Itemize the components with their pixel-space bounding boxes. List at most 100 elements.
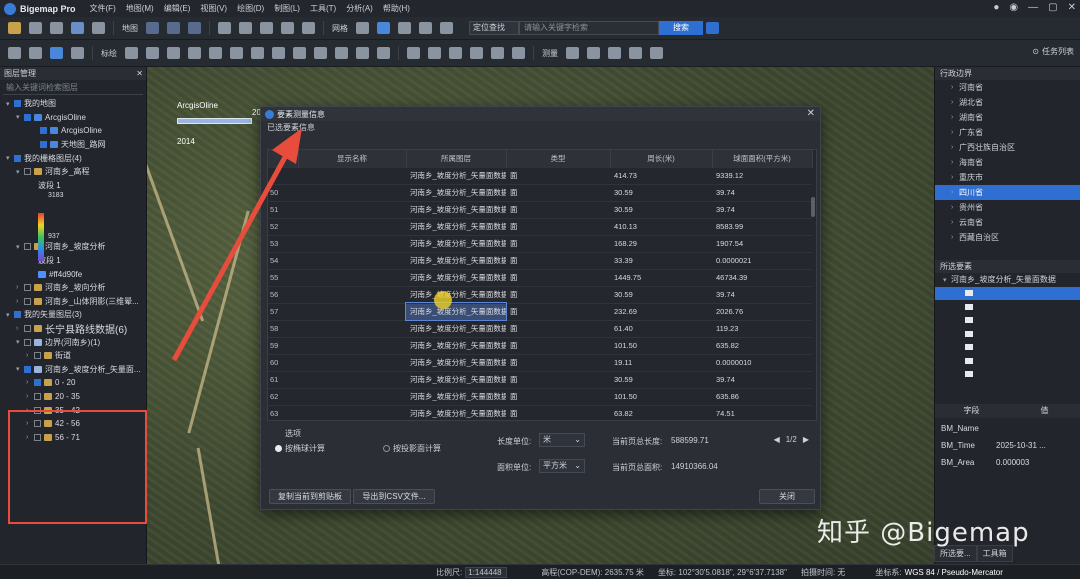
region-item[interactable]: › 湖南省	[935, 110, 1080, 125]
scale-input[interactable]: 1:144448	[465, 566, 508, 578]
col-header[interactable]: 类型	[506, 150, 611, 167]
table-row[interactable]: 60 河南乡_坡度分析_矢量面数据面 19.11 0.0000010	[268, 353, 812, 371]
col-header[interactable]	[268, 150, 299, 167]
task-list-button[interactable]: ⊙ 任务列表	[1032, 46, 1074, 57]
col-header[interactable]: 显示名称	[298, 150, 407, 167]
dialog-close-icon[interactable]: ✕	[807, 108, 815, 119]
notification-icon[interactable]: ●	[993, 2, 999, 13]
chevron-right-icon[interactable]: ›	[951, 234, 959, 241]
tree-raster-group[interactable]: ▾ 我的栅格图层(4)	[0, 151, 146, 165]
tree-arcgis-layer[interactable]: ArcgisOline	[0, 124, 146, 138]
copy-button[interactable]: 复制当前到剪贴板	[269, 489, 351, 504]
search-button[interactable]: 搜索	[659, 21, 703, 35]
selected-feature-item[interactable]	[935, 314, 1080, 328]
chevron-right-icon[interactable]: ›	[951, 129, 959, 136]
open-folder-icon[interactable]	[8, 22, 21, 34]
chevron-down-icon[interactable]: ▾	[6, 154, 14, 162]
measure-area-icon[interactable]	[377, 47, 390, 59]
class-row[interactable]: › 20 - 35	[0, 390, 146, 404]
clear-icon[interactable]	[440, 22, 453, 34]
region-item[interactable]: › 河南省	[935, 80, 1080, 95]
area-icon[interactable]	[608, 47, 621, 59]
timeline-slider[interactable]	[177, 118, 252, 124]
menu-map[interactable]: 地图(M)	[126, 3, 154, 14]
selection-layer[interactable]: ▾ 河南乡_坡度分析_矢量面数据	[935, 273, 1080, 287]
menu-file[interactable]: 文件(F)	[90, 3, 116, 14]
paste-icon[interactable]	[491, 47, 504, 59]
chevron-right-icon[interactable]: ›	[26, 379, 34, 386]
circle-icon[interactable]	[272, 47, 285, 59]
table-row[interactable]: 53 河南乡_坡度分析_矢量面数据面 168.29 1907.54	[268, 234, 812, 252]
checkbox[interactable]	[24, 297, 31, 305]
crs-value[interactable]: WGS 84 / Pseudo-Mercator	[905, 568, 1003, 577]
chevron-down-icon[interactable]: ▾	[6, 311, 14, 319]
maximize-icon[interactable]: ▢	[1048, 2, 1057, 13]
chevron-right-icon[interactable]: ›	[26, 393, 34, 400]
radio-unselected-icon[interactable]	[383, 445, 390, 452]
checkbox[interactable]	[24, 284, 31, 292]
menu-analysis[interactable]: 分析(A)	[346, 3, 373, 14]
select-icon[interactable]	[29, 47, 42, 59]
search-input[interactable]: 请输入关键字检索	[519, 21, 659, 35]
menu-draw[interactable]: 绘图(D)	[237, 3, 264, 14]
chevron-right-icon[interactable]: ›	[951, 204, 959, 211]
checkbox[interactable]	[14, 311, 21, 319]
length-unit-select[interactable]: 米 ⌄	[539, 433, 585, 447]
chevron-right-icon[interactable]: ›	[16, 325, 24, 332]
table-row[interactable]: 57 河南乡_坡度分析_矢量面数据面 232.69 2026.76	[268, 302, 812, 321]
chevron-right-icon[interactable]: ›	[951, 174, 959, 181]
table-row[interactable]: 50 河南乡_坡度分析_矢量面数据面 30.59 39.74	[268, 183, 812, 201]
bookmark-icon[interactable]	[706, 22, 719, 34]
chevron-down-icon[interactable]: ▾	[16, 365, 24, 373]
person-icon[interactable]	[566, 47, 579, 59]
tree-my-maps[interactable]: ▾ 我的地图	[0, 97, 146, 111]
redo-icon[interactable]	[428, 47, 441, 59]
checkbox[interactable]	[34, 352, 41, 360]
tree-vector-group[interactable]: ▾ 我的矢量图层(3)	[0, 308, 146, 322]
attribute-icon[interactable]	[335, 47, 348, 59]
zoom-in-icon[interactable]	[239, 22, 252, 34]
chevron-right-icon[interactable]: ›	[951, 144, 959, 151]
chevron-right-icon[interactable]: ›	[951, 114, 959, 121]
search-mode-select[interactable]: 定位查找	[469, 21, 519, 35]
chevron-down-icon[interactable]: ▾	[943, 276, 951, 284]
next-page-icon[interactable]: ▶	[803, 435, 809, 444]
checkbox[interactable]	[24, 365, 31, 373]
table-row[interactable]: 59 河南乡_坡度分析_矢量面数据面 101.50 635.82	[268, 336, 812, 354]
globe-icon[interactable]	[377, 22, 390, 34]
table-scrollbar[interactable]	[811, 197, 815, 217]
chevron-down-icon[interactable]: ▾	[16, 243, 24, 251]
table-row[interactable]: 55 河南乡_坡度分析_矢量面数据面 1449.75 46734.39	[268, 268, 812, 286]
checkbox[interactable]	[40, 141, 47, 149]
class-row[interactable]: › 0 - 20	[0, 376, 146, 390]
selected-feature-item[interactable]	[935, 327, 1080, 341]
ruler-icon[interactable]	[398, 22, 411, 34]
square-icon[interactable]	[230, 47, 243, 59]
height-icon[interactable]	[650, 47, 663, 59]
col-header[interactable]: 周长(米)	[610, 150, 713, 167]
area-unit-select[interactable]: 平方米 ⌄	[539, 459, 585, 473]
full-extent-icon[interactable]	[281, 22, 294, 34]
checkbox[interactable]	[24, 338, 31, 346]
chevron-right-icon[interactable]: ›	[16, 298, 24, 305]
radio-ellipsoid[interactable]: 按椭球计算	[275, 443, 325, 454]
radio-projection[interactable]: 按投影面计算	[383, 443, 441, 454]
export-csv-button[interactable]: 导出到CSV文件...	[353, 489, 435, 504]
chevron-down-icon[interactable]: ▾	[16, 168, 24, 176]
layer-search-input[interactable]: 输入关键词检索图层	[3, 82, 143, 95]
refresh-icon[interactable]	[302, 22, 315, 34]
region-item[interactable]: › 重庆市	[935, 170, 1080, 185]
tree-slope-vector[interactable]: ▾ 河南乡_坡度分析_矢量面...	[0, 363, 146, 377]
basemap3-icon[interactable]	[188, 22, 201, 34]
tree-hillshade[interactable]: › 河南乡_山体阴影(三维晕...	[0, 295, 146, 309]
grid-icon[interactable]	[356, 22, 369, 34]
region-item[interactable]: › 广东省	[935, 125, 1080, 140]
checkbox[interactable]	[24, 168, 31, 176]
tree-elevation[interactable]: ▾ 河南乡_高程	[0, 165, 146, 179]
menu-view[interactable]: 视图(V)	[200, 3, 227, 14]
tree-roads[interactable]: › 长宁县路线数据(6)	[0, 322, 146, 335]
chevron-right-icon[interactable]: ›	[26, 352, 34, 359]
chevron-down-icon[interactable]: ▾	[6, 100, 14, 108]
table-row[interactable]: 河南乡_坡度分析_矢量面数据面 414.73 9339.12	[268, 166, 812, 184]
selected-feature-item[interactable]	[935, 354, 1080, 368]
